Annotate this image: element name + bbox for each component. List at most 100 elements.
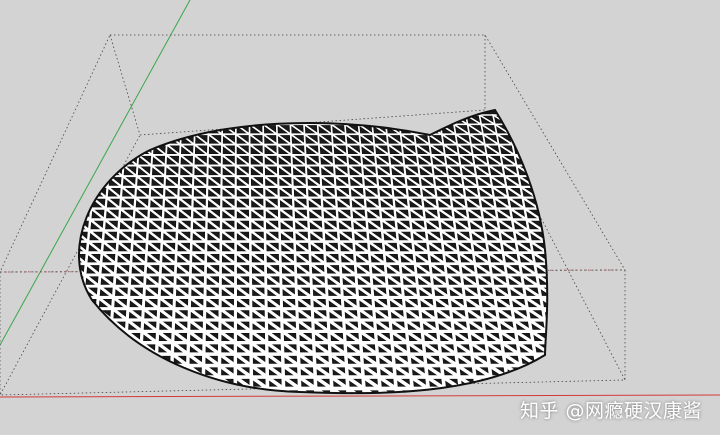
strut-edge: [122, 142, 127, 157]
strut: [52, 165, 53, 176]
strut: [85, 114, 88, 126]
strut: [92, 175, 96, 188]
strut: [38, 275, 39, 286]
strut: [78, 341, 80, 356]
strut: [123, 143, 127, 156]
strut-edge: [46, 354, 61, 365]
strut: [47, 331, 48, 342]
strut-edge: [506, 385, 513, 394]
strut-edge: [80, 153, 98, 168]
strut-edge: [110, 132, 127, 147]
strut: [114, 251, 119, 266]
strut-edge: [91, 351, 111, 369]
strut-edge: [49, 320, 50, 331]
strut: [147, 207, 151, 221]
strut-edge: [91, 340, 97, 357]
strut-edge: [534, 363, 542, 380]
strut-edge: [112, 113, 129, 126]
strut: [124, 143, 140, 156]
strut: [356, 114, 360, 126]
strut: [81, 284, 86, 299]
strut-edge: [41, 264, 55, 275]
strut: [45, 354, 46, 365]
strut: [40, 275, 54, 286]
strut-edge: [51, 187, 64, 198]
strut: [74, 220, 75, 231]
strut: [153, 114, 169, 126]
strut: [57, 124, 58, 134]
strut: [139, 123, 155, 136]
strut-edge: [105, 363, 127, 380]
strut-edge: [52, 176, 65, 187]
scene-canvas[interactable]: [0, 0, 720, 435]
strut-edge: [437, 113, 442, 126]
3d-viewport[interactable]: 知乎 @网瘾硬汉康酱: [0, 0, 720, 435]
strut: [100, 240, 105, 254]
strut: [52, 297, 66, 308]
strut-edge: [59, 115, 60, 124]
strut-edge: [396, 113, 401, 126]
strut: [80, 164, 96, 178]
strut: [425, 123, 429, 136]
strut-edge: [555, 377, 573, 388]
strut-edge: [153, 351, 159, 369]
strut: [30, 343, 31, 354]
strut-edge: [93, 317, 114, 334]
strut-edge: [52, 286, 53, 297]
strut: [41, 253, 42, 264]
strut-edge: [44, 366, 45, 377]
strut: [118, 196, 123, 210]
strut-edge: [220, 113, 238, 126]
strut-edge: [48, 198, 49, 209]
strut: [46, 343, 47, 354]
strut: [91, 341, 97, 356]
strut-edge: [437, 113, 456, 126]
strut: [59, 124, 71, 134]
strut: [162, 185, 166, 199]
strut-edge: [40, 275, 54, 286]
strut: [111, 123, 115, 136]
strut: [552, 275, 554, 286]
strut: [69, 145, 70, 155]
strut-edge: [79, 306, 99, 323]
strut: [545, 329, 548, 345]
strut: [331, 143, 335, 156]
strut: [558, 309, 560, 320]
strut-edge: [49, 187, 50, 198]
strut-edge: [78, 174, 81, 189]
strut-edge: [441, 385, 465, 394]
strut-edge: [78, 317, 83, 334]
strut-edge: [37, 286, 38, 297]
strut: [161, 207, 165, 221]
strut-edge: [562, 331, 564, 342]
strut-edge: [47, 331, 48, 342]
strut: [248, 114, 264, 126]
strut-edge: [518, 363, 542, 380]
strut-edge: [42, 389, 57, 400]
strut: [117, 218, 121, 232]
strut: [125, 133, 140, 146]
strut-edge: [49, 198, 62, 209]
strut-edge: [457, 385, 465, 394]
strut-edge: [78, 284, 86, 300]
strut-edge: [30, 343, 31, 354]
strut-edge: [84, 113, 89, 126]
strut-edge: [153, 113, 170, 126]
strut: [129, 251, 133, 266]
strut: [78, 143, 84, 156]
strut: [83, 123, 87, 136]
strut-edge: [551, 354, 569, 365]
strut-edge: [369, 113, 388, 126]
strut-edge: [46, 343, 47, 354]
strut-edge: [356, 113, 374, 126]
strut: [150, 153, 154, 167]
strut-edge: [121, 374, 142, 392]
lattice-surface[interactable]: [25, 110, 575, 400]
strut-edge: [234, 113, 251, 126]
strut: [78, 295, 84, 311]
strut: [108, 341, 127, 356]
strut-edge: [107, 329, 114, 346]
strut-edge: [57, 134, 69, 144]
strut-edge: [34, 320, 48, 331]
strut: [163, 175, 167, 188]
